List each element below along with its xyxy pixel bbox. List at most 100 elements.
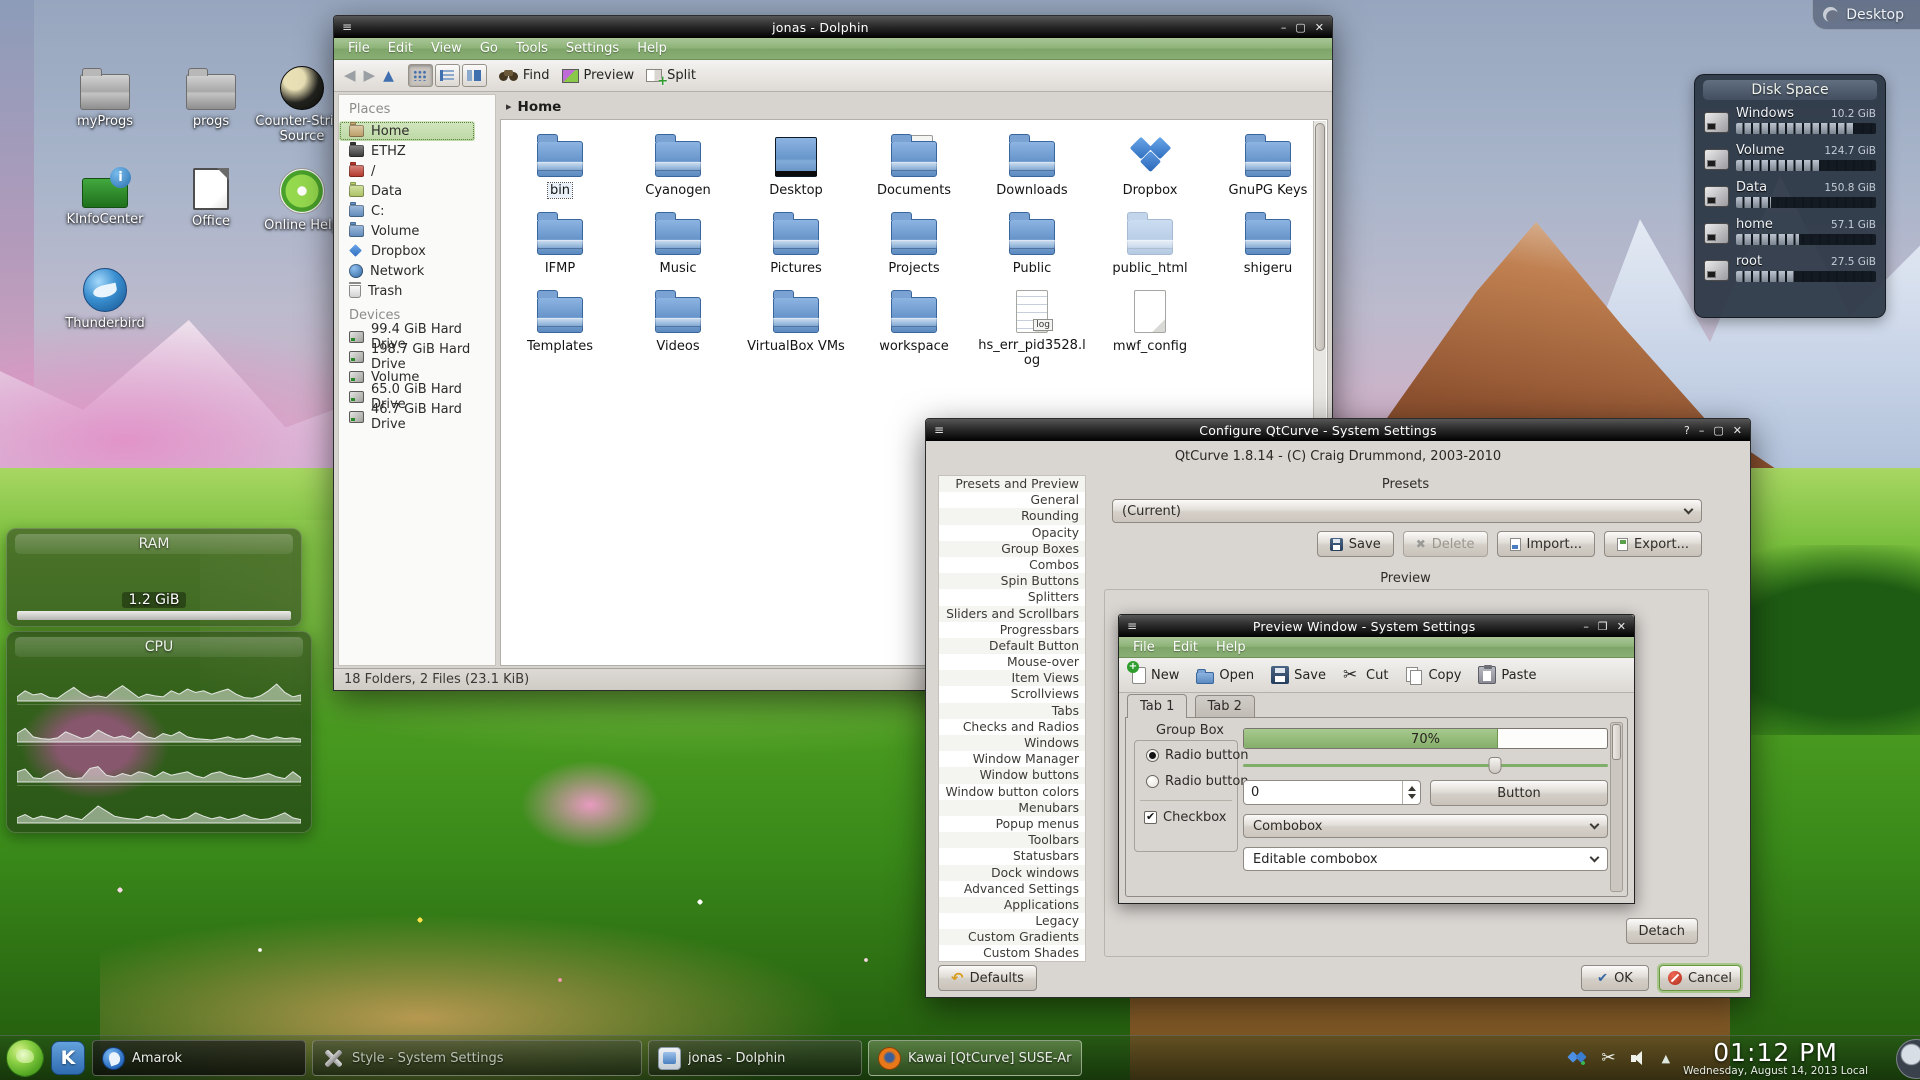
file-item[interactable]: bin [501, 132, 619, 210]
file-item[interactable]: workspace [855, 288, 973, 366]
file-item[interactable]: log hs_err_pid3528.log [973, 288, 1091, 366]
file-item[interactable]: VirtualBox VMs [737, 288, 855, 366]
qtcurve-category[interactable]: Default Button [939, 638, 1085, 654]
menu-item[interactable]: Help [629, 41, 675, 56]
qtcurve-category[interactable]: Sliders and Scrollbars [939, 606, 1085, 622]
minimize-icon[interactable]: – [1583, 620, 1589, 633]
desktop-icon[interactable]: progs [162, 66, 260, 129]
up-icon[interactable]: ▲ [383, 69, 394, 83]
device-item[interactable]: 198.7 GiB Hard Drive [339, 347, 495, 367]
preview-button[interactable]: Preview [562, 68, 635, 83]
open-button[interactable]: Open [1196, 667, 1254, 684]
task-button[interactable]: Style - System Settings [312, 1040, 642, 1076]
new-button[interactable]: New [1129, 667, 1179, 684]
disk-space-widget[interactable]: Disk Space Windows 10.2 GiB [1694, 74, 1886, 318]
radio-button-1[interactable]: Radio button [1146, 748, 1249, 763]
window-menu-icon[interactable]: ≡ [1119, 619, 1145, 633]
qtcurve-category[interactable]: Spin Buttons [939, 573, 1085, 589]
columns-view-button[interactable] [462, 64, 487, 87]
qtcurve-titlebar[interactable]: ≡ Configure QtCurve - System Settings ? … [926, 419, 1750, 441]
task-button[interactable]: jonas - Dolphin [648, 1040, 862, 1076]
ram-monitor-widget[interactable]: RAM 1.2 GiB [6, 528, 302, 627]
menu-item[interactable]: Settings [558, 41, 627, 56]
dolphin-titlebar[interactable]: ≡ jonas - Dolphin – ▢ ✕ [334, 16, 1332, 38]
delete-preset-button[interactable]: ✖ Delete [1403, 531, 1488, 557]
file-item[interactable]: Cyanogen [619, 132, 737, 210]
places-item[interactable]: Trash [339, 281, 495, 301]
desktop-toolbox[interactable]: Desktop [1812, 0, 1920, 30]
qtcurve-category[interactable]: Custom Shades [939, 945, 1085, 961]
close-icon[interactable]: ✕ [1733, 424, 1742, 437]
file-item[interactable]: Videos [619, 288, 737, 366]
scrollbar-thumb[interactable] [1612, 724, 1621, 760]
minimize-icon[interactable]: – [1699, 424, 1705, 437]
preview-window-titlebar[interactable]: ≡ Preview Window - System Settings – ❐ ✕ [1119, 615, 1634, 637]
dropbox-tray-icon[interactable] [1569, 1050, 1587, 1066]
file-item[interactable]: Desktop [737, 132, 855, 210]
qtcurve-category[interactable]: Window button colors [939, 784, 1085, 800]
desktop-icon[interactable]: KInfoCenter [56, 168, 154, 227]
places-item[interactable]: ETHZ [339, 141, 495, 161]
volume-icon[interactable] [1630, 1050, 1648, 1066]
close-icon[interactable]: ✕ [1315, 21, 1324, 34]
qtcurve-category[interactable]: Window buttons [939, 767, 1085, 783]
editable-combobox[interactable]: Editable combobox [1243, 847, 1608, 871]
qtcurve-category[interactable]: Window Manager [939, 751, 1085, 767]
panel-cashew-icon[interactable] [1896, 1039, 1920, 1079]
places-item[interactable]: Data [339, 181, 495, 201]
file-item[interactable]: Documents [855, 132, 973, 210]
paste-button[interactable]: Paste [1478, 666, 1536, 684]
disk-row[interactable]: Volume 124.7 GiB [1704, 143, 1876, 171]
breadcrumb-home[interactable]: Home [518, 99, 562, 115]
file-item[interactable]: GnuPG Keys [1209, 132, 1327, 210]
desktop-icon[interactable]: Thunderbird [56, 268, 154, 331]
spin-down-icon[interactable] [1408, 794, 1416, 799]
qtcurve-category[interactable]: Tabs [939, 703, 1085, 719]
spinbox-arrows[interactable] [1402, 781, 1420, 804]
help-icon[interactable]: ? [1684, 424, 1690, 437]
qtcurve-category[interactable]: Progressbars [939, 622, 1085, 638]
digital-clock[interactable]: 01:12 PM Wednesday, August 14, 2013 Loca… [1683, 1040, 1868, 1077]
qtcurve-category[interactable]: Checks and Radios [939, 719, 1085, 735]
menu-item[interactable]: Help [1208, 640, 1254, 655]
file-item[interactable]: public_html [1091, 210, 1209, 288]
file-item[interactable]: Templates [501, 288, 619, 366]
icons-view-button[interactable] [408, 64, 433, 87]
tab-2[interactable]: Tab 2 [1195, 695, 1255, 717]
qtcurve-category[interactable]: Item Views [939, 670, 1085, 686]
qtcurve-category[interactable]: Dock windows [939, 865, 1085, 881]
task-button[interactable]: Amarok [92, 1040, 306, 1076]
qtcurve-category[interactable]: Applications [939, 897, 1085, 913]
menu-item[interactable]: File [1125, 640, 1163, 655]
file-item[interactable]: Public [973, 210, 1091, 288]
save-button[interactable]: Save [1271, 666, 1326, 684]
file-item[interactable]: Downloads [973, 132, 1091, 210]
qtcurve-category[interactable]: Statusbars [939, 848, 1085, 864]
places-item[interactable]: Volume [339, 221, 495, 241]
menu-item[interactable]: Go [472, 41, 506, 56]
forward-icon[interactable]: ▶ [364, 68, 376, 83]
spinbox[interactable]: 0 [1243, 780, 1421, 805]
radio-button-2[interactable]: Radio button [1146, 774, 1249, 789]
save-preset-button[interactable]: Save [1317, 531, 1394, 557]
menu-item[interactable]: Tools [508, 41, 556, 56]
cpu-monitor-widget[interactable]: CPU [6, 631, 312, 833]
places-item[interactable]: Network [339, 261, 495, 281]
disk-row[interactable]: home 57.1 GiB [1704, 217, 1876, 245]
spin-up-icon[interactable] [1408, 786, 1416, 791]
file-item[interactable]: Projects [855, 210, 973, 288]
minimize-icon[interactable]: – [1281, 21, 1287, 34]
application-launcher-button[interactable] [6, 1039, 44, 1077]
preview-scrollbar[interactable] [1610, 722, 1623, 892]
window-menu-icon[interactable]: ≡ [334, 20, 360, 34]
file-item[interactable]: Dropbox [1091, 132, 1209, 210]
qtcurve-category[interactable]: Combos [939, 557, 1085, 573]
details-view-button[interactable] [435, 64, 460, 87]
export-preset-button[interactable]: Export... [1604, 531, 1702, 557]
qtcurve-category[interactable]: Splitters [939, 589, 1085, 605]
task-button[interactable]: Kawai [QtCurve] SUSE-Art.org - Mozil [868, 1040, 1082, 1076]
window-menu-icon[interactable]: ≡ [926, 423, 952, 437]
qtcurve-category[interactable]: Mouse-over [939, 654, 1085, 670]
disk-row[interactable]: Windows 10.2 GiB [1704, 106, 1876, 134]
menu-item[interactable]: File [340, 41, 378, 56]
